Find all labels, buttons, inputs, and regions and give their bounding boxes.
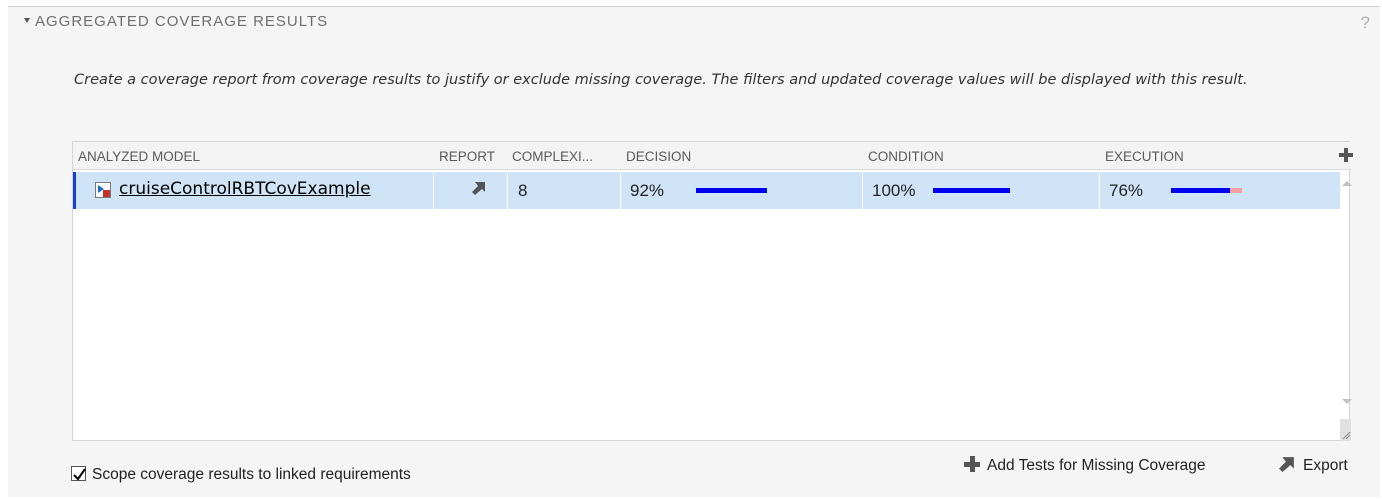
- table-row[interactable]: cruiseControlRBTCovExample 8 92% 100% 76…: [73, 172, 1340, 209]
- column-separator: [620, 172, 621, 209]
- column-header-analyzed-model[interactable]: ANALYZED MODEL: [78, 149, 200, 164]
- column-header-condition[interactable]: CONDITION: [868, 149, 944, 164]
- plus-icon: [964, 456, 980, 472]
- export-button[interactable]: Export: [1279, 456, 1348, 475]
- export-icon: [1279, 457, 1294, 472]
- export-label: Export: [1303, 457, 1348, 474]
- column-separator: [507, 172, 508, 209]
- scope-checkbox-label[interactable]: Scope coverage results to linked require…: [92, 466, 411, 484]
- section-header[interactable]: AGGREGATED COVERAGE RESULTS ?: [8, 7, 1380, 39]
- model-link[interactable]: cruiseControlRBTCovExample: [119, 179, 371, 199]
- report-icon[interactable]: [472, 181, 486, 195]
- execution-missed-bar: [1230, 188, 1242, 193]
- condition-covered-bar: [933, 188, 1010, 193]
- execution-coverage-bar: [1171, 188, 1248, 193]
- vertical-scrollbar[interactable]: [1340, 172, 1352, 440]
- complexity-value: 8: [518, 181, 528, 200]
- column-header-report[interactable]: REPORT: [439, 149, 495, 164]
- condition-coverage-bar: [933, 188, 1010, 193]
- execution-value: 76%: [1109, 181, 1144, 200]
- section-title: AGGREGATED COVERAGE RESULTS: [35, 13, 329, 30]
- column-header-complexity[interactable]: COMPLEXI...: [512, 149, 593, 164]
- condition-value: 100%: [872, 181, 916, 200]
- column-separator: [862, 172, 863, 209]
- decision-coverage-bar: [696, 188, 773, 193]
- aggregated-coverage-panel: AGGREGATED COVERAGE RESULTS ? Create a c…: [8, 6, 1380, 497]
- row-selection-marker: [73, 172, 76, 209]
- model-icon: [95, 182, 111, 198]
- collapse-arrow-icon[interactable]: [24, 18, 30, 23]
- add-column-icon[interactable]: [1339, 148, 1353, 162]
- column-separator: [433, 172, 434, 209]
- decision-value: 92%: [630, 181, 665, 200]
- column-header-decision[interactable]: DECISION: [626, 149, 691, 164]
- coverage-table: ANALYZED MODEL REPORT COMPLEXI... DECISI…: [72, 141, 1353, 441]
- scroll-down-icon[interactable]: [1342, 399, 1352, 404]
- section-description: Create a coverage report from coverage r…: [74, 72, 1248, 88]
- scroll-up-icon[interactable]: [1342, 181, 1352, 186]
- checkmark-icon: [73, 468, 86, 481]
- table-header: ANALYZED MODEL REPORT COMPLEXI... DECISI…: [73, 142, 1353, 170]
- decision-covered-bar: [696, 188, 767, 193]
- add-tests-label: Add Tests for Missing Coverage: [987, 457, 1206, 474]
- resize-grip-icon[interactable]: [1340, 419, 1351, 441]
- help-icon[interactable]: ?: [1361, 13, 1370, 33]
- scope-checkbox[interactable]: [71, 466, 86, 481]
- add-tests-button[interactable]: Add Tests for Missing Coverage: [964, 456, 1206, 475]
- execution-covered-bar: [1171, 188, 1230, 193]
- column-header-execution[interactable]: EXECUTION: [1105, 149, 1184, 164]
- column-separator: [1099, 172, 1100, 209]
